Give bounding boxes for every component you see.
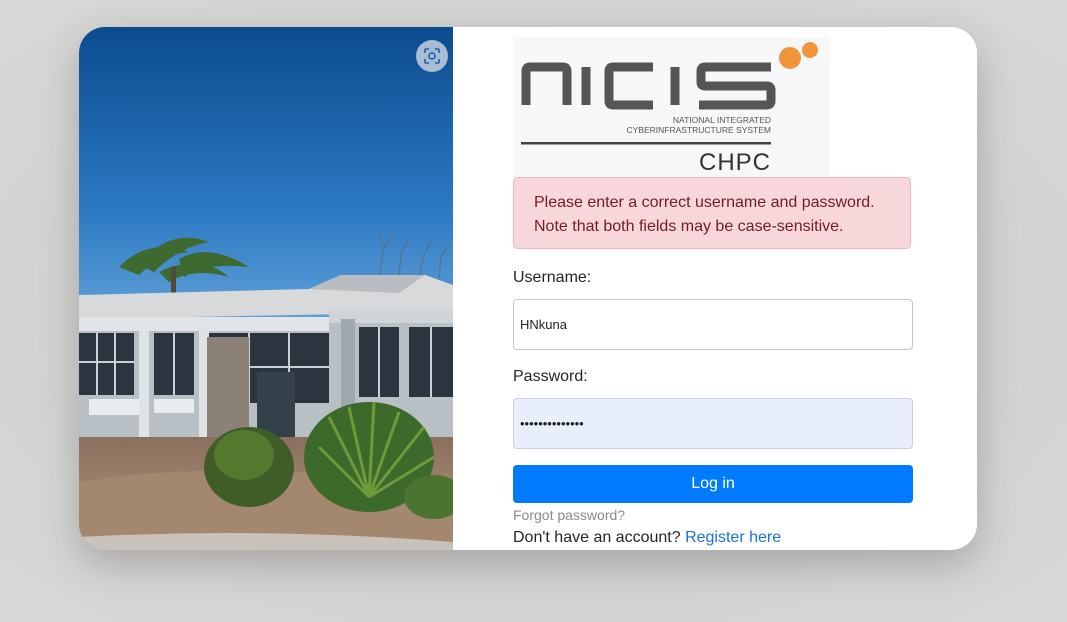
building-photo <box>79 27 453 550</box>
logo-sub-brand: CHPC <box>699 149 771 176</box>
password-input[interactable] <box>513 398 913 449</box>
nicis-chpc-logo: NATIONAL INTEGRATED CYBERINFRASTRUCTURE … <box>513 37 830 177</box>
register-link[interactable]: Register here <box>685 529 781 546</box>
error-alert-line-2: Note that both fields may be case-sensit… <box>534 218 844 235</box>
logo-tagline-2: CYBERINFRASTRUCTURE SYSTEM <box>626 125 771 135</box>
register-prompt: Don't have an account? Register here <box>513 529 781 547</box>
visual-search-icon <box>423 47 441 65</box>
error-alert-line-1: Please enter a correct username and pass… <box>534 194 875 211</box>
forgot-password-link[interactable]: Forgot password? <box>513 507 625 523</box>
visual-search-button[interactable] <box>416 40 448 72</box>
password-label: Password: <box>513 368 588 385</box>
username-input[interactable] <box>513 299 913 350</box>
error-alert: Please enter a correct username and pass… <box>513 177 911 249</box>
username-label: Username: <box>513 269 592 286</box>
no-account-text: Don't have an account? <box>513 529 681 546</box>
logo-tagline-1: NATIONAL INTEGRATED <box>673 115 771 125</box>
login-button[interactable]: Log in <box>513 465 913 503</box>
login-card: NATIONAL INTEGRATED CYBERINFRASTRUCTURE … <box>79 27 977 550</box>
page-background: NATIONAL INTEGRATED CYBERINFRASTRUCTURE … <box>0 0 1067 622</box>
